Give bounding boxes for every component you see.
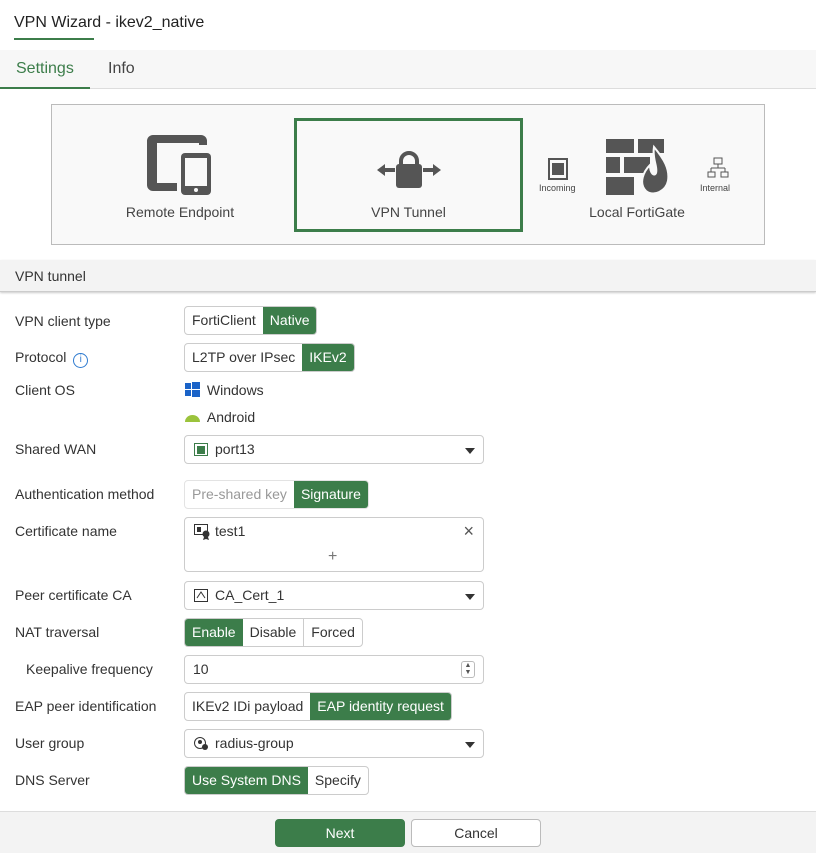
option-forced[interactable]: Forced [304,619,362,646]
next-button[interactable]: Next [275,819,405,847]
peer-ca-select[interactable]: CA_Cert_1 [184,581,484,610]
option-psk[interactable]: Pre-shared key [185,481,294,508]
option-specify[interactable]: Specify [308,767,368,794]
android-label: Android [206,409,256,425]
nat-toggle: Enable Disable Forced [184,618,363,647]
user-group-label: User group [15,735,85,751]
remote-endpoint-label: Remote Endpoint [125,204,235,220]
cert-label: Certificate name [15,523,117,539]
eap-toggle: IKEv2 IDi payload EAP identity request [184,692,452,721]
nat-label: NAT traversal [15,624,100,640]
ca-certificate-icon [194,589,208,602]
client-os-windows: Windows [185,382,264,398]
tab-settings[interactable]: Settings [0,50,90,89]
chevron-down-icon [465,742,475,748]
vpn-tunnel-label: VPN Tunnel [371,204,446,220]
keepalive-label: Keepalive frequency [26,661,153,677]
internal-label: Internal [700,183,731,193]
option-signature[interactable]: Signature [293,481,368,508]
option-idi-payload[interactable]: IKEv2 IDi payload [185,693,310,720]
chevron-down-icon [465,448,475,454]
user-group-icon [194,737,208,750]
tab-info[interactable]: Info [92,50,151,89]
shared-wan-label: Shared WAN [15,441,97,457]
windows-label: Windows [206,382,264,398]
protocol-toggle: L2TP over IPsec IKEv2 [184,343,355,372]
port-icon [548,158,568,180]
network-icon [707,157,729,178]
window-title: VPN Wizard - ikev2_native [14,14,205,31]
peer-ca-label: Peer certificate CA [15,587,132,603]
dns-toggle: Use System DNS Specify [184,766,369,795]
firewall-icon [606,139,670,195]
shared-wan-value: port13 [215,441,255,457]
dns-label: DNS Server [15,772,90,788]
option-disable[interactable]: Disable [243,619,305,646]
stepper-icon[interactable]: ▲ ▼ [461,661,475,678]
certificate-icon [194,524,210,540]
option-native[interactable]: Native [262,307,317,334]
cert-multiselect[interactable]: test1 × + [184,517,484,572]
incoming-label: Incoming [539,183,576,193]
tab-bar: Settings Info [0,50,816,89]
chevron-down-icon [465,594,475,600]
client-type-label: VPN client type [15,313,111,329]
remote-devices-icon [147,135,211,195]
option-ikev2[interactable]: IKEv2 [302,344,354,371]
topology-diagram: Remote Endpoint VPN Tunnel Incoming Loca… [51,104,765,245]
eap-label: EAP peer identification [15,698,157,714]
add-icon[interactable]: + [328,548,337,566]
option-enable[interactable]: Enable [185,619,243,646]
option-eap-identity[interactable]: EAP identity request [310,693,451,720]
auth-toggle: Pre-shared key Signature [184,480,369,509]
option-forticlient[interactable]: FortiClient [185,307,263,334]
keepalive-input[interactable]: 10 ▲ ▼ [184,655,484,684]
android-icon [185,415,200,422]
lock-arrows-icon [377,151,441,188]
windows-icon [185,382,200,397]
title-underline [14,38,94,40]
cancel-button[interactable]: Cancel [411,819,541,847]
close-icon[interactable]: × [463,521,474,542]
port-icon [194,443,208,456]
option-system-dns[interactable]: Use System DNS [185,767,308,794]
shared-wan-select[interactable]: port13 [184,435,484,464]
protocol-label: Protocol i [15,349,89,368]
vpn-tunnel-box[interactable]: VPN Tunnel [294,118,523,232]
client-os-label: Client OS [15,382,75,398]
user-group-value: radius-group [215,735,294,751]
client-os-android: Android [185,409,255,425]
keepalive-value: 10 [193,661,209,677]
user-group-select[interactable]: radius-group [184,729,484,758]
protocol-label-text: Protocol [15,349,67,365]
client-type-toggle: FortiClient Native [184,306,318,335]
peer-ca-value: CA_Cert_1 [215,587,285,603]
footer: Next Cancel [0,811,816,853]
section-header: VPN tunnel [0,260,816,292]
local-fortigate-label: Local FortiGate [589,204,685,220]
option-l2tp[interactable]: L2TP over IPsec [185,344,302,371]
cert-value: test1 [215,523,246,539]
auth-label: Authentication method [15,486,155,502]
info-icon[interactable]: i [73,353,89,368]
